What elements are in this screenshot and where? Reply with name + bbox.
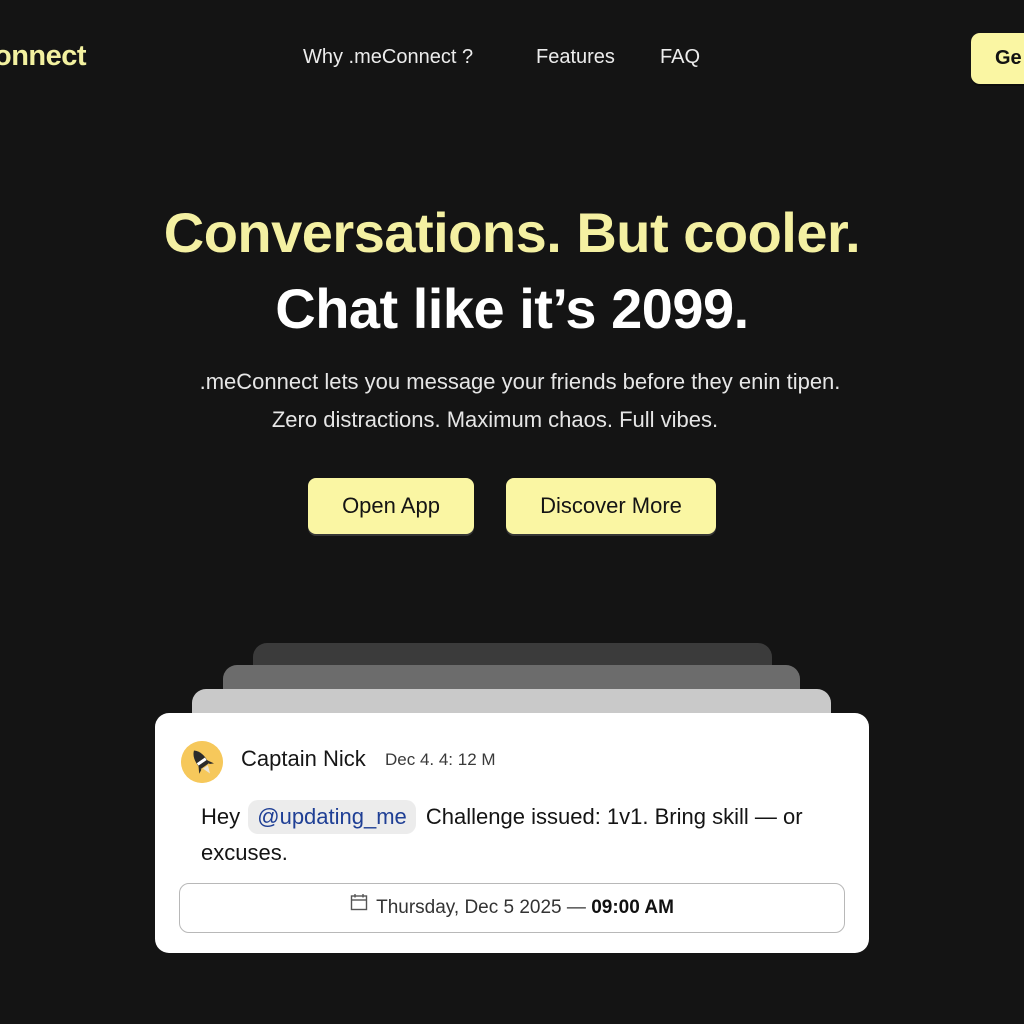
event-date-box[interactable]: Thursday, Dec 5 2025 — 09:00 AM — [179, 883, 845, 933]
message-greeting: Hey — [201, 804, 241, 829]
rocket-avatar-icon[interactable] — [181, 741, 223, 783]
message-text: Hey @updating_me Challenge issued: 1v1. … — [201, 799, 841, 871]
top-nav: Why .meConnect ? Features FAQ — [0, 46, 1024, 76]
nav-link-why[interactable]: Why .meConnect ? — [303, 46, 473, 69]
nav-link-faq[interactable]: FAQ — [660, 46, 700, 69]
get-started-button[interactable]: Ge — [971, 33, 1024, 84]
message-author[interactable]: Captain Nick — [241, 746, 366, 772]
hero-subtitle-line-2: Zero distractions. Maximum chaos. Full v… — [271, 407, 719, 432]
hero-title-line-2: Chat like it’s 2099. — [275, 277, 749, 340]
message-card: Captain Nick Dec 4. 4: 12 M Hey @updatin… — [155, 713, 869, 953]
calendar-icon — [350, 882, 368, 929]
discover-more-button[interactable]: Discover More — [506, 478, 716, 534]
user-mention[interactable]: @updating_me — [248, 800, 416, 834]
message-timestamp: Dec 4. 4: 12 M — [385, 750, 496, 769]
nav-link-features[interactable]: Features — [536, 46, 615, 69]
hero-subtitle-line-1: .meConnect lets you message your friends… — [199, 369, 841, 394]
landing-page: onnect Why .meConnect ? Features FAQ Ge … — [0, 0, 1024, 1024]
event-separator: — — [566, 897, 586, 918]
event-date: Thursday, Dec 5 2025 — [376, 897, 562, 918]
open-app-button[interactable]: Open App — [308, 478, 474, 534]
hero-title-line-1: Conversations. But cooler. — [163, 201, 861, 264]
event-time: 09:00 AM — [591, 897, 674, 918]
